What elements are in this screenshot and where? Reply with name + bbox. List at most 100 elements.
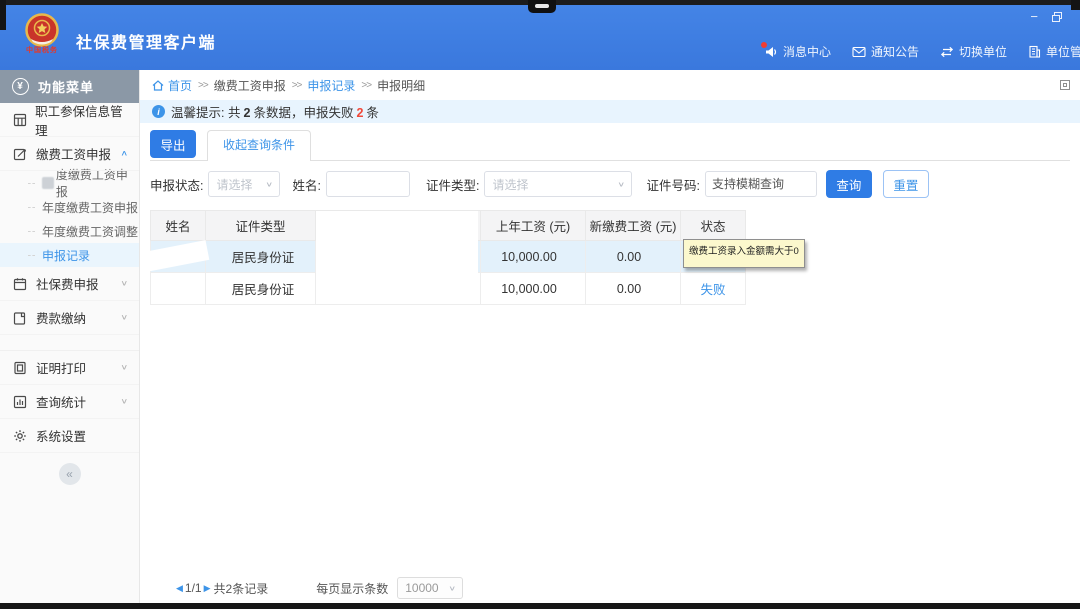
sidebar-subitem-annual-wage-declare[interactable]: 年度缴费工资申报 (0, 195, 139, 219)
redaction-box (41, 177, 54, 189)
breadcrumb-level1: 缴费工资申报 (213, 78, 286, 93)
pagination: ◀ 1/1 ▶ 共2条记录 每页显示条数 10000 ∨ (140, 577, 464, 599)
book-icon (13, 361, 28, 375)
cert-no-label: 证件号码: (646, 178, 700, 193)
col-last-year-wage: 上年工资 (元) (480, 210, 586, 241)
breadcrumb-separator: >> (291, 79, 303, 91)
sidebar-subitem-monthly-wage-declare[interactable]: 度缴费工资申报 (0, 168, 139, 199)
cell-new-wage: 0.00 (585, 240, 681, 273)
breadcrumb-separator: >> (198, 79, 209, 91)
sidebar-item-system-settings[interactable]: 系统设置 (0, 419, 139, 453)
toolbar: 导出 收起查询条件 (150, 130, 1070, 161)
export-button[interactable]: 导出 (150, 130, 196, 158)
declare-status-select[interactable]: 请选择 ∨ (208, 171, 281, 197)
chevron-down-icon: ∨ (447, 583, 456, 592)
nav-notices[interactable]: 通知公告 (852, 43, 919, 60)
cell-last-year-wage: 10,000.00 (480, 240, 586, 273)
chevron-down-icon: ∨ (265, 179, 274, 188)
cert-type-label: 证件类型: (425, 178, 480, 193)
search-button[interactable]: 查询 (825, 170, 872, 198)
sidebar-item-query-statistics[interactable]: 查询统计 ∨ (0, 385, 139, 419)
total-records: 共2条记录 (213, 581, 269, 596)
cell-name (150, 272, 206, 305)
sidebar-item-certificate-print[interactable]: 证明打印 ∨ (0, 351, 139, 385)
chevron-up-icon: ∧ (120, 148, 129, 158)
cell-cert-type: 居民身份证 (205, 272, 316, 305)
col-cert-type: 证件类型 (205, 210, 316, 241)
name-label: 姓名: (292, 178, 321, 193)
prev-page-icon[interactable]: ◀ (174, 583, 185, 594)
status-tooltip: 缴费工资录入金额需大于0 (683, 239, 805, 268)
envelope-icon (852, 46, 866, 58)
status-fail-link[interactable]: 失败 (700, 283, 725, 297)
cell-new-wage: 0.00 (585, 272, 681, 305)
app-window: 中国税务 社保费管理客户端 − 消息中心 通知公告 切换单位 单位管 ¥ 功能菜… (0, 0, 1080, 609)
nav-message-center[interactable]: 消息中心 (760, 41, 831, 60)
tip-text: 温馨提示: 共 2 条数据，申报失败 2 条 (171, 106, 379, 120)
cert-type-select[interactable]: 请选择 ∨ (484, 171, 633, 197)
main-content: 首页 >> 缴费工资申报 >> 申报记录 >> 申报明细 i 温馨提示: 共2条… (140, 70, 1080, 603)
sidebar-subitem-declare-records[interactable]: 申报记录 (0, 243, 139, 267)
reset-button[interactable]: 重置 (882, 170, 929, 198)
nav-switch-unit[interactable]: 切换单位 (940, 43, 1007, 60)
sidebar-item-social-fee-declare[interactable]: 社保费申报 ∨ (0, 267, 139, 301)
edit-square-icon (13, 147, 28, 161)
fullscreen-toggle-icon[interactable] (1060, 80, 1070, 90)
swap-arrows-icon (940, 46, 954, 58)
name-input[interactable] (325, 171, 410, 197)
col-new-wage: 新缴费工资 (元) (585, 210, 681, 241)
results-table-wrap: 姓名 证件类型 上年工资 (元) 新缴费工资 (元) 状态 居民身份证 10,0… (142, 210, 805, 305)
col-name: 姓名 (150, 210, 206, 241)
sidebar-item-wage-declare[interactable]: 缴费工资申报 ∧ (0, 137, 139, 171)
megaphone-icon (760, 41, 778, 59)
gear-icon (13, 429, 28, 443)
page-indicator: 1/1 (184, 581, 202, 595)
nav-unit-management[interactable]: 单位管理 (1028, 43, 1080, 60)
chevron-down-icon: ∨ (120, 278, 129, 288)
header-nav: 消息中心 通知公告 切换单位 单位管 (760, 41, 1080, 60)
sidebar-item-insured-info[interactable]: 职工参保信息管理 (0, 103, 139, 138)
chevron-down-icon: ∨ (120, 362, 129, 372)
chevron-down-icon: ∨ (617, 179, 626, 188)
cert-no-input[interactable] (704, 171, 817, 197)
next-page-icon[interactable]: ▶ (202, 583, 213, 594)
restore-window-button[interactable] (1052, 12, 1062, 22)
minimize-button[interactable]: − (1030, 10, 1038, 23)
home-icon (152, 79, 164, 91)
breadcrumb-home[interactable]: 首页 (152, 77, 192, 94)
tax-emblem-icon (25, 13, 59, 47)
per-page-label: 每页显示条数 (316, 581, 389, 596)
app-header: 中国税务 社保费管理客户端 − 消息中心 通知公告 切换单位 单位管 (0, 5, 1080, 70)
chevron-down-icon: ∨ (120, 312, 129, 322)
cell-last-year-wage: 10,000.00 (480, 272, 586, 305)
collapse-query-tab[interactable]: 收起查询条件 (207, 130, 312, 161)
corner-mark-right (1071, 0, 1080, 10)
per-page-select[interactable]: 10000 ∨ (397, 577, 464, 599)
sidebar: ¥ 功能菜单 职工参保信息管理 缴费工资申报 ∧ 度缴费工资申报 年度缴费工资申… (0, 70, 140, 603)
calendar-icon (13, 277, 28, 291)
tip-bar: i 温馨提示: 共 2 条数据，申报失败 2 条 (140, 100, 1080, 123)
menu-spacer (0, 335, 139, 351)
query-panel: 申报状态: 请选择 ∨ 姓名: 证件类型: 请选择 ∨ 证件号码: 查询 重置 (150, 160, 1070, 208)
declare-status-label: 申报状态: (150, 178, 204, 193)
logo-caption: 中国税务 (26, 47, 58, 54)
sidebar-title: 功能菜单 (38, 80, 95, 95)
chart-icon (13, 395, 28, 409)
screen-edge-bottom (0, 603, 1080, 609)
cell-status: 失败 (680, 272, 746, 305)
chevron-down-icon: ∨ (120, 396, 129, 406)
yuan-circle-icon: ¥ (12, 78, 29, 95)
breadcrumb-level2[interactable]: 申报记录 (307, 77, 355, 94)
building-icon (1028, 45, 1041, 58)
breadcrumb-separator: >> (361, 79, 372, 91)
tax-emblem-logo: 中国税务 (20, 13, 64, 65)
corner-mark-left (0, 0, 6, 30)
sidebar-item-fee-payment[interactable]: 费款缴纳 ∨ (0, 301, 139, 335)
sidebar-subitem-annual-wage-adjust[interactable]: 年度缴费工资调整 (0, 219, 139, 243)
sidebar-collapse-button[interactable]: « (58, 463, 81, 485)
sidebar-header: ¥ 功能菜单 (0, 70, 139, 103)
cell-cert-type: 居民身份证 (205, 240, 316, 273)
card-icon (13, 311, 28, 325)
redaction-overlay (316, 211, 478, 303)
recording-handle (528, 0, 556, 13)
